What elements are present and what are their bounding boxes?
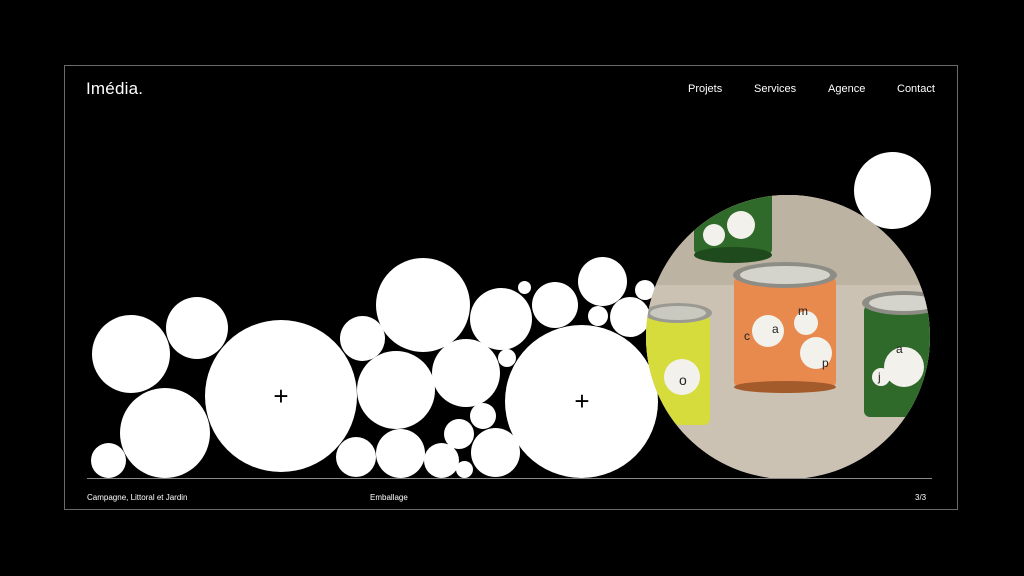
bubble: [376, 429, 425, 478]
can-letter: c: [744, 329, 750, 343]
project-category: Emballage: [370, 493, 408, 502]
bubble: [532, 282, 578, 328]
footer-divider: [87, 478, 932, 479]
product-photo[interactable]: o c a m p j a: [646, 195, 930, 479]
bubble: [470, 403, 496, 429]
bubble: [456, 461, 473, 478]
nav-contact[interactable]: Contact: [897, 83, 935, 95]
bubble: [336, 437, 376, 477]
bubble: [91, 443, 126, 478]
nav-agence[interactable]: Agence: [828, 83, 865, 95]
bubble: [470, 288, 532, 350]
bubble: [518, 281, 531, 294]
brand-logo[interactable]: Imédia.: [86, 79, 143, 99]
bubble: [92, 315, 170, 393]
can-letter: j: [877, 370, 881, 384]
can-letter: o: [679, 372, 687, 388]
can-letter: p: [822, 356, 829, 370]
plus-icon-right[interactable]: +: [574, 388, 589, 414]
bubble: [120, 388, 210, 478]
can-letter: a: [896, 342, 903, 356]
bubble: [376, 258, 470, 352]
paint-cans-image: o c a m p j a: [646, 195, 930, 479]
bubble: [166, 297, 228, 359]
can-letter: m: [798, 304, 808, 318]
plus-icon-left[interactable]: +: [273, 383, 288, 409]
bubble: [588, 306, 608, 326]
nav-projets[interactable]: Projets: [688, 83, 722, 95]
bubble: [444, 419, 474, 449]
bubble: [357, 351, 435, 429]
pagination-indicator: 3/3: [915, 493, 927, 502]
project-title: Campagne, Littoral et Jardin: [87, 493, 188, 502]
can-letter: a: [772, 322, 779, 336]
bubble: [432, 339, 500, 407]
nav-services[interactable]: Services: [754, 83, 796, 95]
bubble: [610, 297, 650, 337]
